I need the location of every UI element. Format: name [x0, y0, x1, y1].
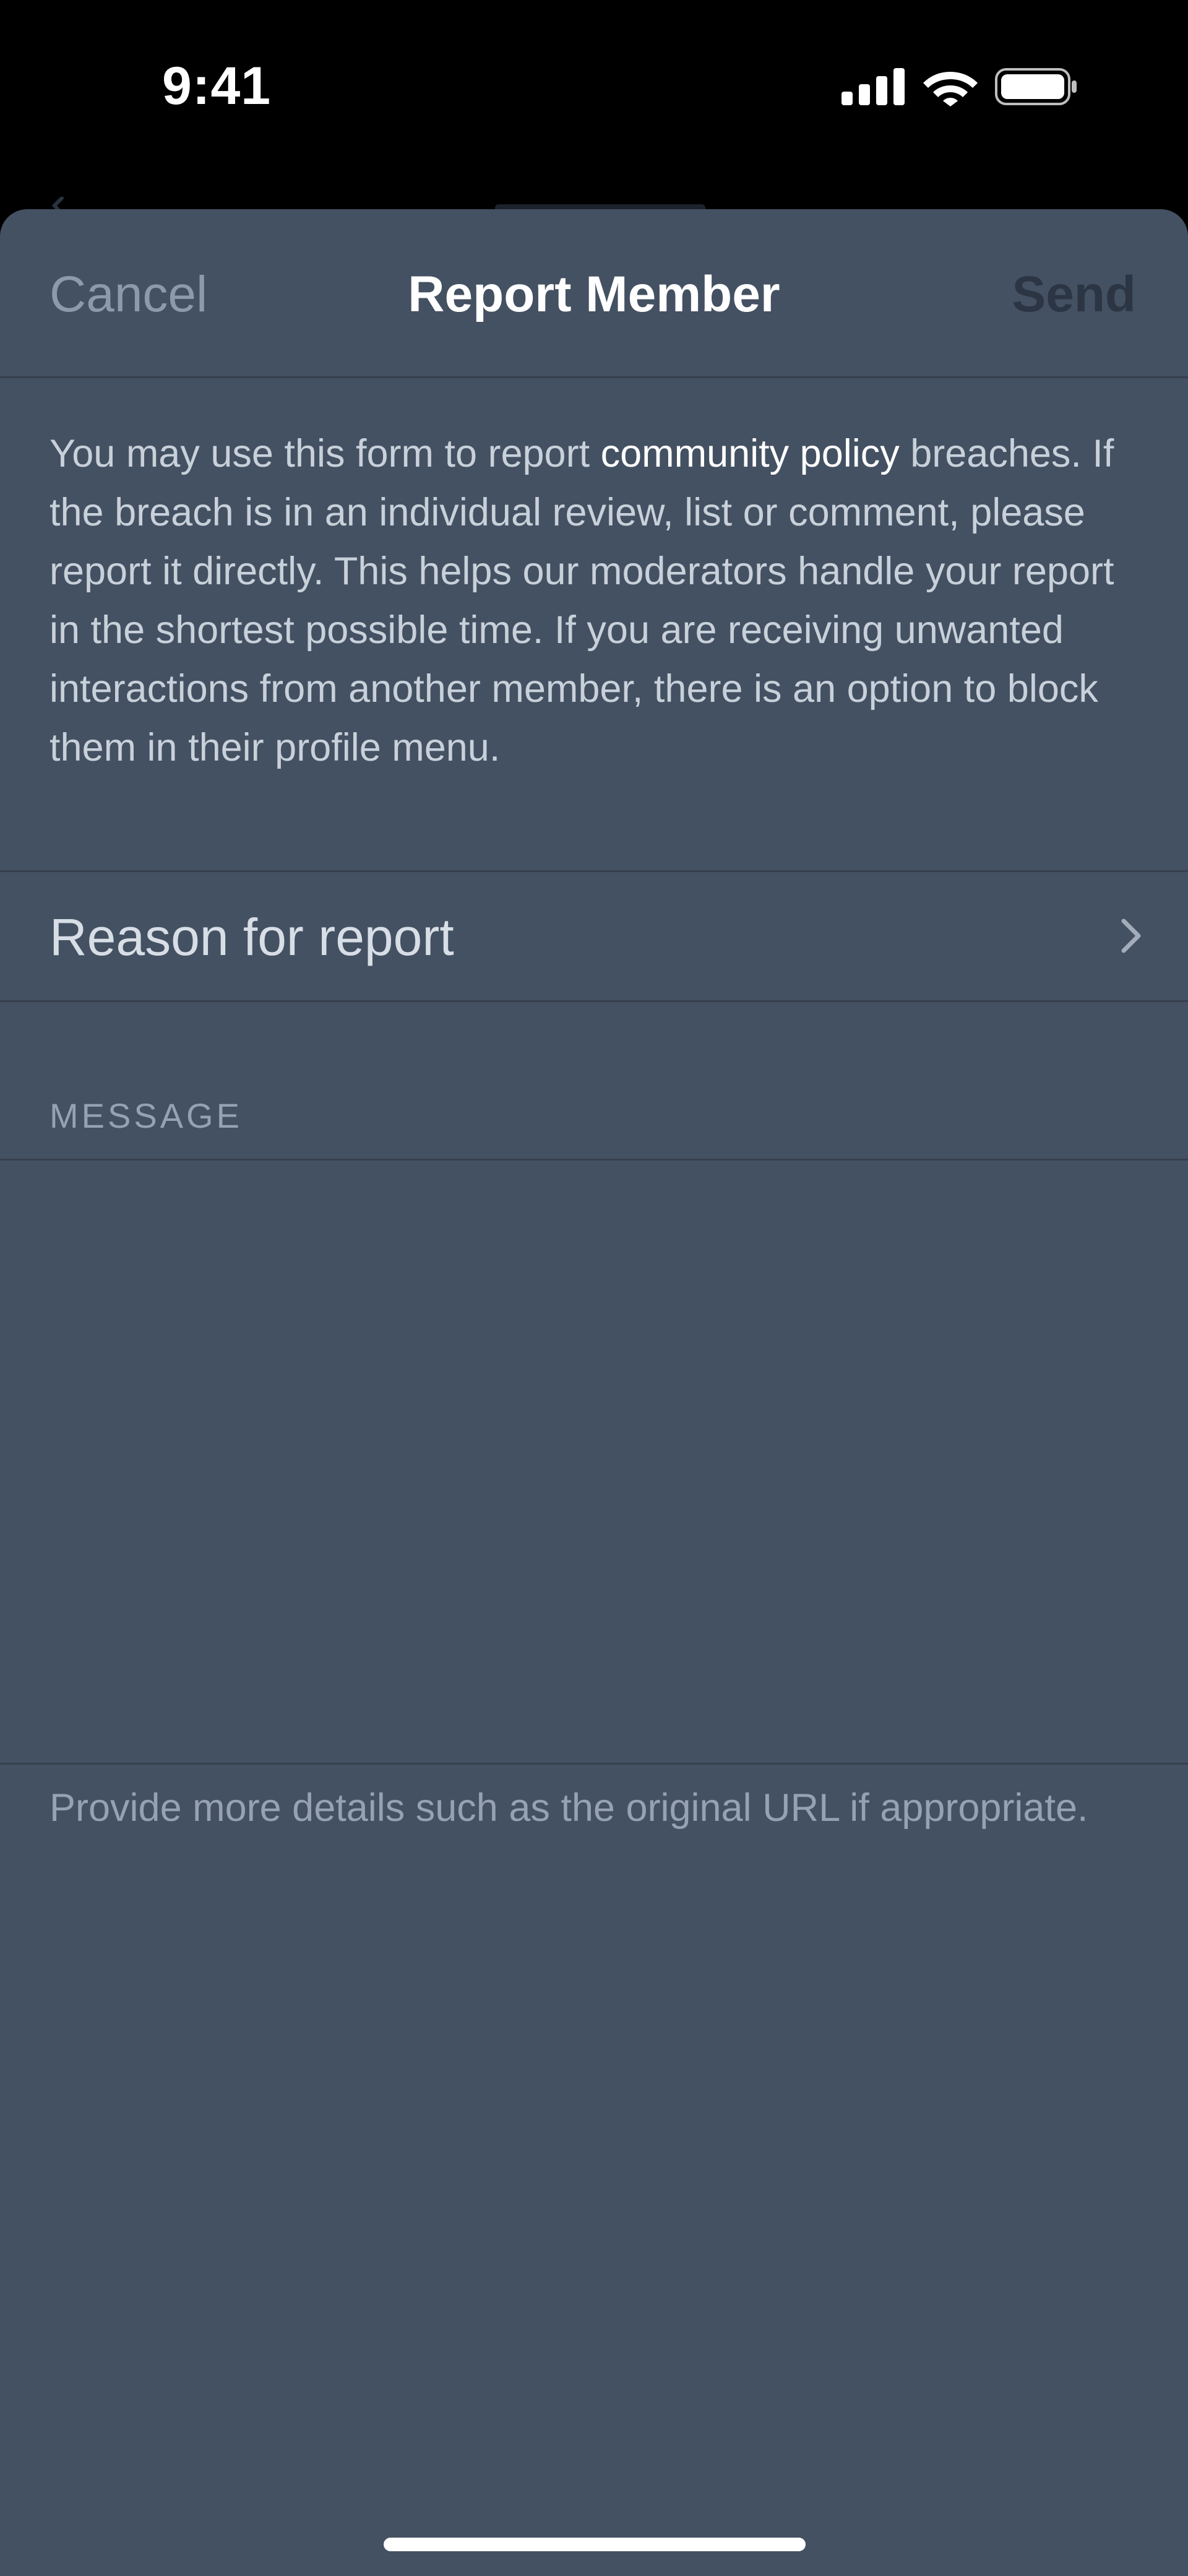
signal-icon: [842, 68, 905, 105]
message-hint: Provide more details such as the origina…: [50, 1786, 1088, 1830]
reason-divider: [0, 1000, 1188, 1002]
message-area: [0, 1160, 1188, 1763]
cancel-button[interactable]: Cancel: [50, 265, 207, 324]
report-member-sheet: Cancel Report Member Send You may use th…: [0, 209, 1188, 2576]
battery-icon: [995, 68, 1077, 105]
home-indicator: [384, 2538, 806, 2551]
nav-bar: Cancel Report Member Send: [0, 209, 1188, 376]
intro-description: You may use this form to report communit…: [50, 425, 1151, 777]
send-button[interactable]: Send: [1012, 265, 1136, 324]
community-policy-link[interactable]: community policy: [601, 432, 900, 475]
chevron-right-icon: [1121, 918, 1141, 953]
intro-text-start: You may use this form to report: [50, 432, 601, 475]
reason-for-report-label: Reason for report: [50, 908, 454, 966]
status-time: 9:41: [162, 56, 272, 116]
reason-for-report-row[interactable]: Reason for report: [0, 870, 1188, 1000]
status-icons: [842, 67, 1089, 110]
message-bottom-divider: [0, 1763, 1188, 1765]
status-bar: 9:41: [0, 0, 1188, 179]
nav-divider: [0, 376, 1188, 378]
intro-text-end: breaches. If the breach is in an individ…: [50, 432, 1114, 769]
message-section-header: MESSAGE: [50, 1096, 243, 1135]
message-input[interactable]: [0, 1160, 1188, 1763]
wifi-icon: [923, 72, 978, 106]
